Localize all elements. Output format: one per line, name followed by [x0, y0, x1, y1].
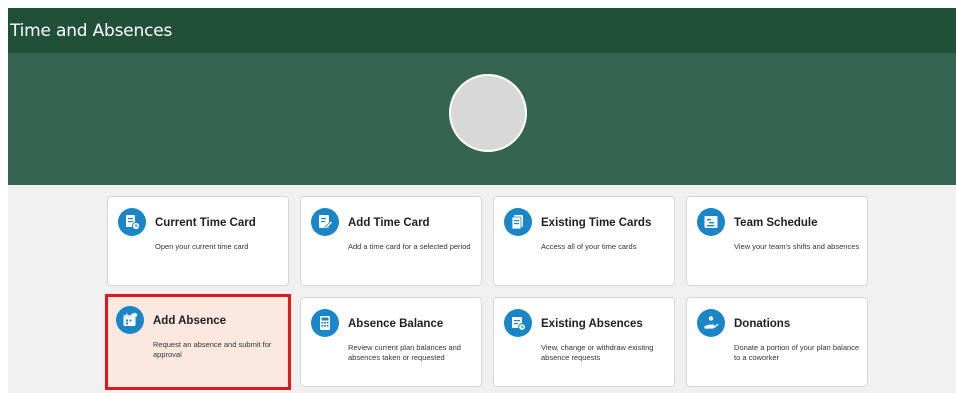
avatar[interactable] [449, 74, 527, 152]
card-description: Donate a portion of your plan balance to… [734, 343, 860, 362]
card-team-schedule[interactable]: Team Schedule View your team's shifts an… [686, 196, 868, 286]
card-description: View your team's shifts and absences [734, 242, 860, 251]
card-title: Add Time Card [348, 217, 430, 229]
document-clock-icon [504, 309, 532, 337]
card-title: Current Time Card [155, 217, 256, 229]
card-absence-balance[interactable]: Absence Balance Review current plan bala… [300, 297, 482, 387]
time-card-clock-icon [118, 208, 146, 236]
edit-document-icon [311, 208, 339, 236]
card-title: Donations [734, 318, 791, 330]
page-title: Time and Absences [10, 21, 173, 41]
card-current-time-card[interactable]: Current Time Card Open your current time… [107, 196, 289, 286]
documents-icon [504, 208, 532, 236]
card-description: Request an absence and submit for approv… [153, 340, 272, 359]
card-title: Absence Balance [348, 318, 444, 330]
card-existing-time-cards[interactable]: Existing Time Cards Access all of your t… [493, 196, 675, 286]
calculator-icon [311, 309, 339, 337]
card-description: Access all of your time cards [541, 242, 637, 251]
card-title: Add Absence [153, 315, 227, 327]
card-title: Existing Time Cards [541, 217, 652, 229]
card-description: View, change or withdraw existing absenc… [541, 343, 654, 362]
card-title: Existing Absences [541, 318, 643, 330]
card-existing-absences[interactable]: Existing Absences View, change or withdr… [493, 297, 675, 387]
card-description: Review current plan balances and absence… [348, 343, 461, 362]
card-donations[interactable]: Donations Donate a portion of your plan … [686, 297, 868, 387]
app-frame: Time and Absences Current Time Card Open… [8, 8, 956, 393]
card-add-absence[interactable]: Add Absence Request an absence and submi… [105, 294, 291, 390]
page-header: Time and Absences [8, 8, 956, 53]
card-add-time-card[interactable]: Add Time Card Add a time card for a sele… [300, 196, 482, 286]
profile-banner [8, 53, 956, 185]
schedule-chart-icon [697, 208, 725, 236]
calendar-add-icon [116, 306, 144, 334]
card-description: Add a time card for a selected period [348, 242, 471, 251]
donate-hand-icon [697, 309, 725, 337]
card-title: Team Schedule [734, 217, 818, 229]
card-description: Open your current time card [155, 242, 249, 251]
